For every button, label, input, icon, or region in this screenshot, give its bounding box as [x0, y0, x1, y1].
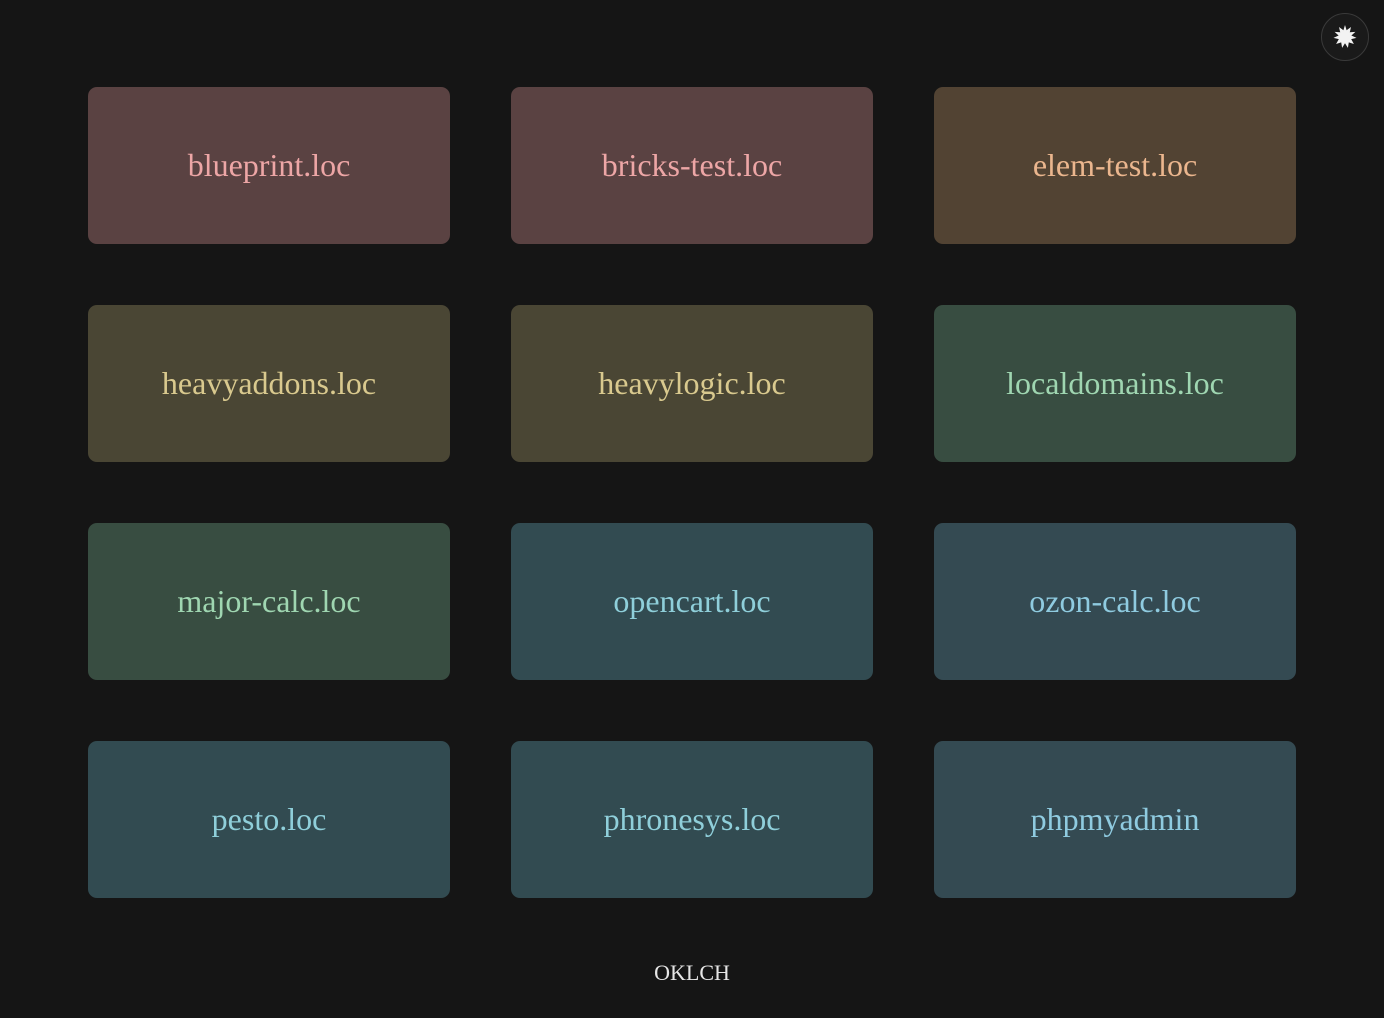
site-tile-heavyaddons[interactable]: heavyaddons.loc: [88, 305, 450, 462]
site-tile-label: pesto.loc: [211, 801, 327, 837]
site-tile-blueprint[interactable]: blueprint.loc: [88, 87, 450, 244]
site-tile-major-calc[interactable]: major-calc.loc: [88, 523, 450, 680]
site-tile-phronesys[interactable]: phronesys.loc: [511, 741, 873, 898]
sun-icon: [1333, 25, 1357, 49]
site-tile-label: localdomains.loc: [1006, 365, 1224, 401]
site-tile-opencart[interactable]: opencart.loc: [511, 523, 873, 680]
site-tile-ozon-calc[interactable]: ozon-calc.loc: [934, 523, 1296, 680]
site-tile-pesto[interactable]: pesto.loc: [88, 741, 450, 898]
site-tile-label: phpmyadmin: [1030, 801, 1200, 837]
site-tile-label: major-calc.loc: [177, 583, 361, 619]
site-tile-label: elem-test.loc: [1032, 147, 1198, 183]
page: blueprint.loc bricks-test.loc elem-test.…: [0, 0, 1384, 1018]
site-tile-label: ozon-calc.loc: [1029, 583, 1201, 619]
site-tile-label: phronesys.loc: [603, 801, 781, 837]
site-tile-label: heavylogic.loc: [598, 365, 786, 401]
site-tile-bricks-test[interactable]: bricks-test.loc: [511, 87, 873, 244]
site-grid: blueprint.loc bricks-test.loc elem-test.…: [88, 87, 1296, 898]
site-tile-heavylogic[interactable]: heavylogic.loc: [511, 305, 873, 462]
color-space-label: OKLCH: [654, 960, 730, 985]
site-tile-elem-test[interactable]: elem-test.loc: [934, 87, 1296, 244]
site-tile-label: heavyaddons.loc: [161, 365, 377, 401]
site-tile-label: opencart.loc: [613, 583, 771, 619]
site-tile-label: blueprint.loc: [187, 147, 351, 183]
site-tile-label: bricks-test.loc: [601, 147, 783, 183]
theme-toggle-button[interactable]: [1321, 13, 1369, 61]
site-tile-localdomains[interactable]: localdomains.loc: [934, 305, 1296, 462]
site-tile-phpmyadmin[interactable]: phpmyadmin: [934, 741, 1296, 898]
